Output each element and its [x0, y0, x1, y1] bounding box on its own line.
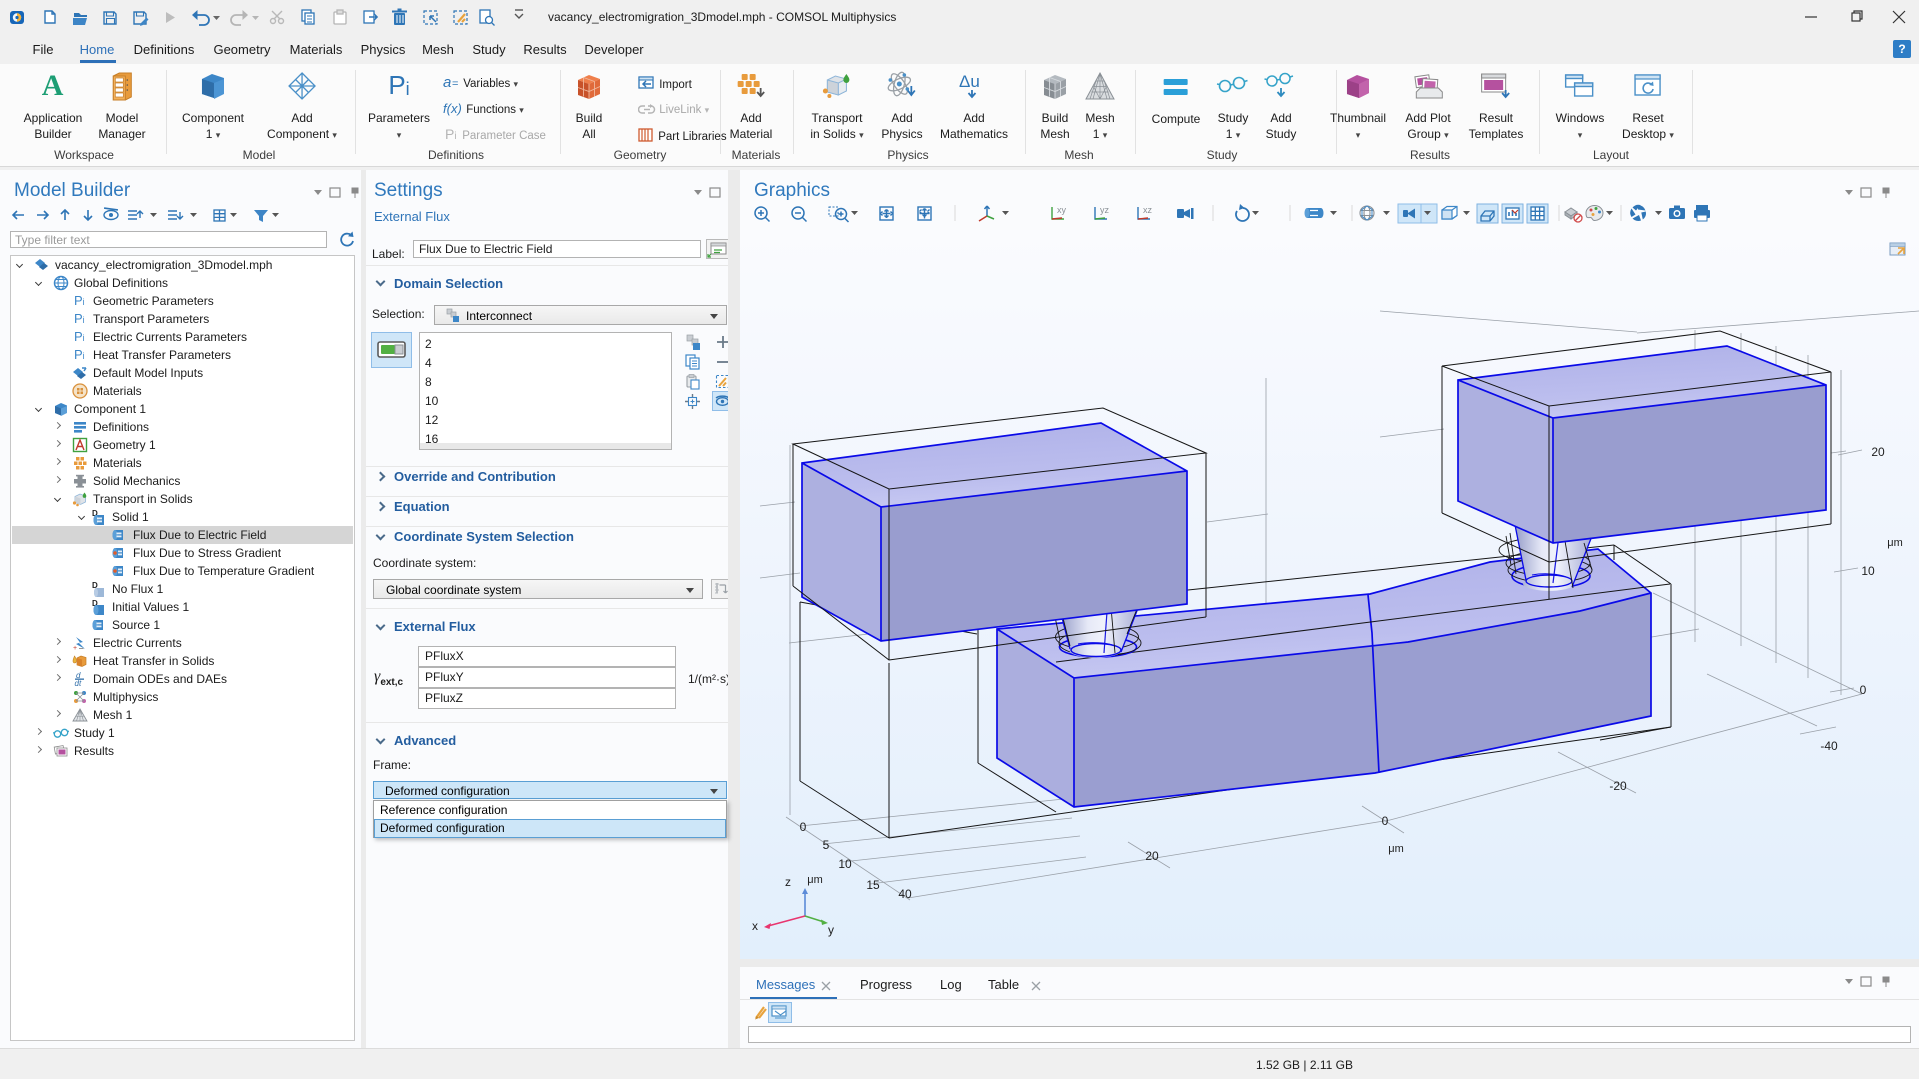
svg-text:20: 20: [1871, 445, 1885, 459]
svg-text:yz: yz: [1100, 205, 1110, 215]
svg-text:0: 0: [1860, 683, 1867, 697]
svg-text:A: A: [42, 70, 64, 102]
svg-text:15: 15: [866, 878, 880, 892]
svg-text:-40: -40: [1820, 739, 1838, 753]
svg-text:Pi: Pi: [388, 70, 409, 100]
svg-text:10: 10: [838, 857, 852, 871]
svg-text:x: x: [752, 919, 758, 933]
svg-text:μm: μm: [807, 874, 823, 886]
svg-text:xy: xy: [1057, 205, 1067, 215]
svg-text:10: 10: [1861, 564, 1875, 578]
svg-text:xz: xz: [1143, 205, 1153, 215]
svg-text:-20: -20: [1609, 779, 1627, 793]
svg-text:=: =: [452, 78, 458, 90]
svg-text:20: 20: [1145, 849, 1159, 863]
svg-text:0: 0: [800, 820, 807, 834]
svg-text:a: a: [443, 75, 451, 90]
svg-text:y: y: [828, 923, 834, 937]
svg-text:40: 40: [898, 887, 912, 901]
svg-text:0: 0: [1382, 814, 1389, 828]
svg-text:5: 5: [823, 838, 830, 852]
svg-text:Δu: Δu: [959, 72, 980, 91]
svg-text:μm: μm: [1887, 537, 1903, 549]
svg-text:Pi: Pi: [445, 127, 457, 142]
svg-text:f(x): f(x): [443, 101, 462, 116]
svg-text:z: z: [785, 875, 791, 889]
svg-text:μm: μm: [1388, 843, 1404, 855]
